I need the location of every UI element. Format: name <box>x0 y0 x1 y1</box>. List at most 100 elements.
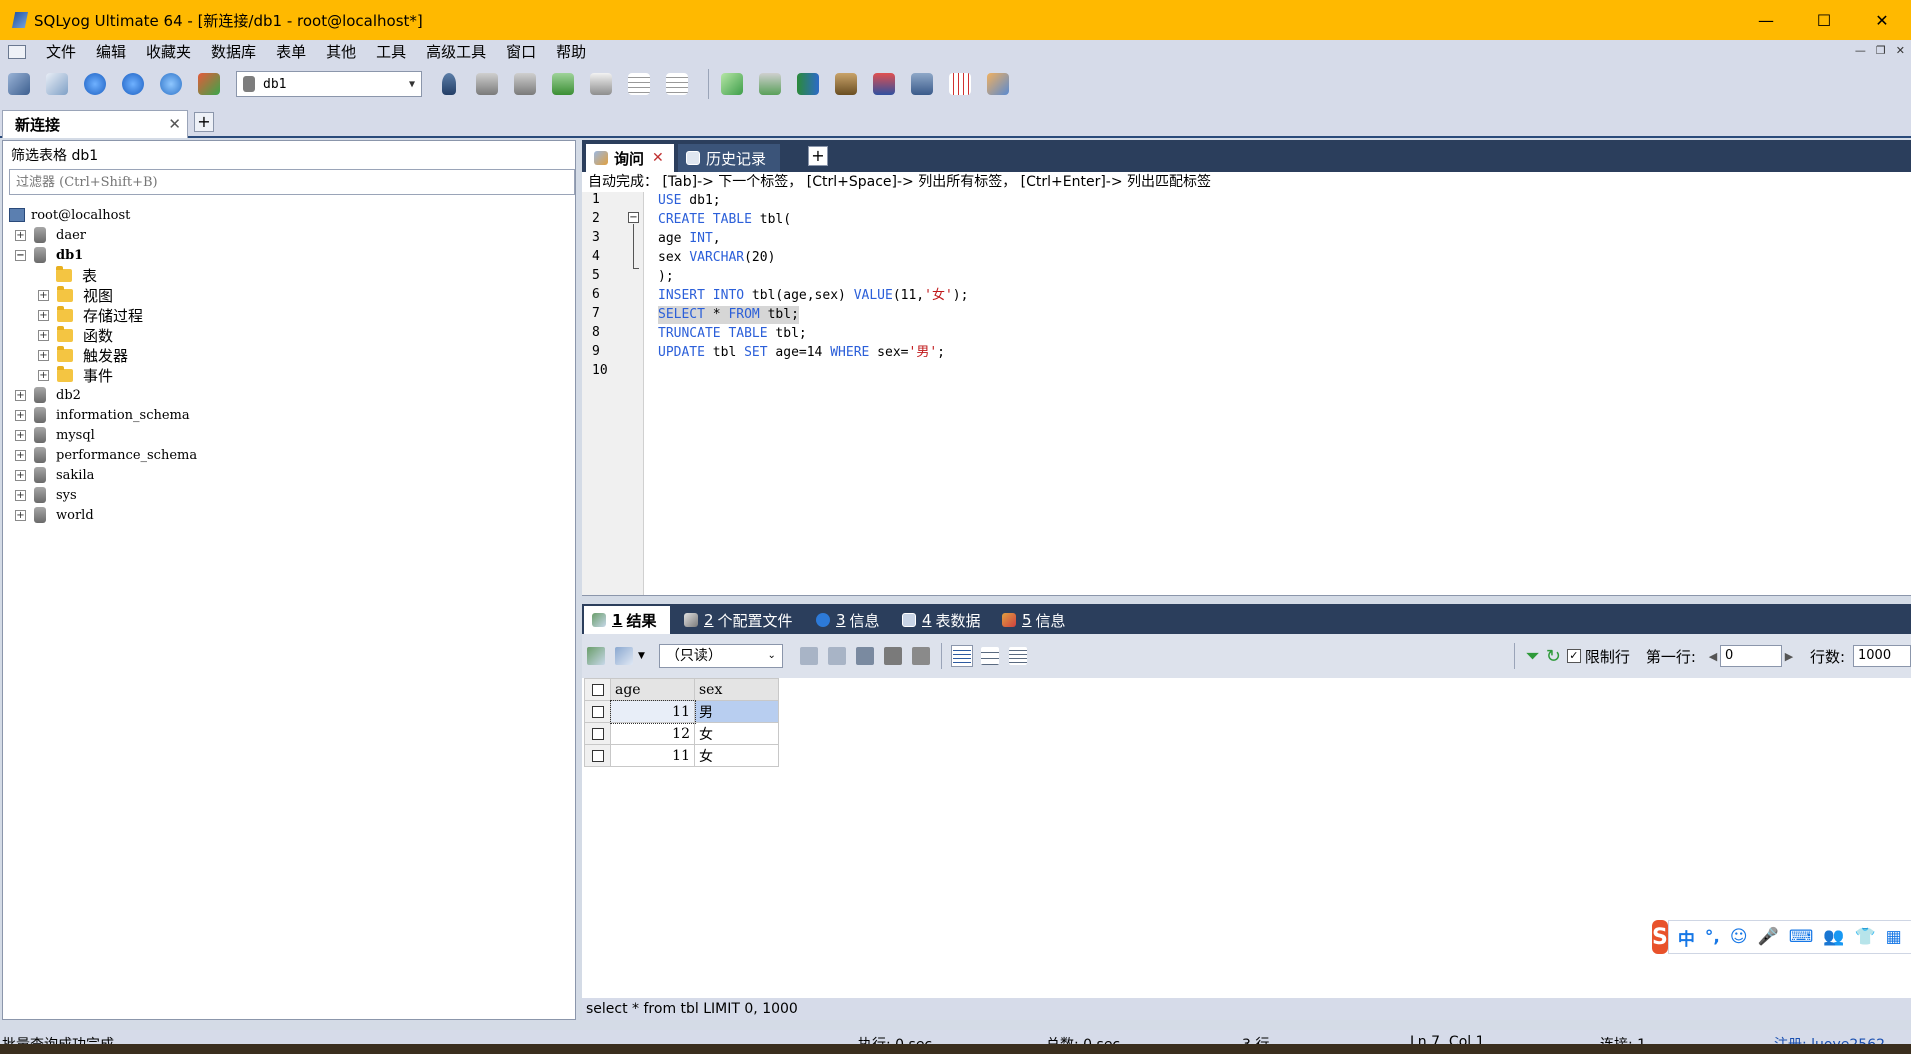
menu-help[interactable]: 帮助 <box>546 40 596 64</box>
add-connection-button[interactable]: + <box>194 112 214 132</box>
expand-icon[interactable]: + <box>15 469 26 481</box>
menu-window[interactable]: 窗口 <box>496 40 546 64</box>
tree-root[interactable]: root@localhost <box>9 205 130 225</box>
grid-view-button[interactable] <box>950 645 973 667</box>
database-select[interactable]: db1 ▼ <box>236 71 422 97</box>
ime-chinese-mode-icon[interactable]: 中 <box>1678 925 1695 950</box>
mdi-restore-icon[interactable]: ❐ <box>1876 44 1886 57</box>
menu-file[interactable]: 文件 <box>36 40 86 64</box>
copy-dropdown-icon[interactable]: ▼ <box>638 651 645 661</box>
next-page-icon[interactable]: ▶ <box>1782 646 1796 666</box>
tree-folder-functions[interactable]: + 函数 <box>38 325 113 345</box>
column-header-age[interactable]: age <box>610 678 695 701</box>
table-row[interactable]: 12 女 <box>584 722 779 745</box>
table-row[interactable]: 11 女 <box>584 744 779 767</box>
tree-db-sys[interactable]: + sys <box>15 485 77 505</box>
expand-icon[interactable]: + <box>38 369 49 381</box>
ime-voice-icon[interactable]: 🎤 <box>1758 927 1779 947</box>
expand-icon[interactable]: + <box>38 289 49 301</box>
close-tab-icon[interactable]: ✕ <box>652 150 664 166</box>
import-button[interactable] <box>831 69 861 99</box>
cell-sex[interactable]: 女 <box>694 744 779 767</box>
insert-row-button[interactable] <box>798 645 820 667</box>
user-manager-button[interactable] <box>434 69 464 99</box>
tree-folder-procedures[interactable]: + 存储过程 <box>38 305 143 325</box>
save-button[interactable] <box>854 645 876 667</box>
tree-db-sakila[interactable]: + sakila <box>15 465 94 485</box>
table-data-button[interactable] <box>586 69 616 99</box>
expand-icon[interactable]: + <box>15 509 26 521</box>
schema-button[interactable] <box>194 69 224 99</box>
execute-button[interactable] <box>80 69 110 99</box>
first-row-input[interactable]: 0 <box>1719 645 1782 667</box>
row-checkbox-cell[interactable] <box>584 722 611 745</box>
menu-other[interactable]: 其他 <box>316 40 366 64</box>
form-view-button[interactable] <box>979 645 1001 667</box>
tree-db-performance-schema[interactable]: + performance_schema <box>15 445 197 465</box>
backup-button[interactable] <box>510 69 540 99</box>
maximize-button[interactable]: ☐ <box>1795 0 1853 40</box>
tab-table-data[interactable]: 4 表数据 <box>894 606 981 634</box>
tab-info[interactable]: 5 信息 <box>994 606 1066 634</box>
tree-db-daer[interactable]: + daer <box>15 225 86 245</box>
ime-skin-icon[interactable]: 👕 <box>1854 927 1875 947</box>
tree-db-information-schema[interactable]: + information_schema <box>15 405 190 425</box>
schema-sync-button[interactable] <box>793 69 823 99</box>
cell-sex[interactable]: 女 <box>694 722 779 745</box>
table-compare-button[interactable] <box>662 69 692 99</box>
menu-favorites[interactable]: 收藏夹 <box>136 40 201 64</box>
schedule-button[interactable] <box>869 69 899 99</box>
tree-folder-triggers[interactable]: + 触发器 <box>38 345 128 365</box>
ime-menu-icon[interactable]: ▦ <box>1886 927 1902 947</box>
rows-count-input[interactable]: 1000 <box>1853 645 1911 667</box>
row-checkbox-cell[interactable] <box>584 744 611 767</box>
select-all-cell[interactable] <box>584 678 611 701</box>
expand-icon[interactable]: + <box>15 429 26 441</box>
tab-messages[interactable]: 3 信息 <box>808 606 880 634</box>
table-grid-button[interactable] <box>624 69 654 99</box>
database-sync-button[interactable] <box>755 69 785 99</box>
expand-icon[interactable]: + <box>15 389 26 401</box>
result-mode-select[interactable]: （只读） ⌄ <box>658 644 783 668</box>
cell-age[interactable]: 12 <box>610 722 695 745</box>
add-query-tab-button[interactable]: + <box>808 146 828 166</box>
refresh-icon[interactable]: ↻ <box>1546 646 1561 667</box>
execute-all-button[interactable] <box>118 69 148 99</box>
cell-age[interactable]: 11 <box>609 699 696 724</box>
app-menu-icon[interactable] <box>8 45 26 59</box>
text-view-button[interactable] <box>1007 645 1029 667</box>
sql-tool-button[interactable] <box>717 69 747 99</box>
ime-keyboard-icon[interactable]: ⌨ <box>1789 927 1814 947</box>
tab-history[interactable]: 历史记录 <box>678 144 780 172</box>
expand-icon[interactable]: + <box>15 449 26 461</box>
delete-button[interactable] <box>882 645 904 667</box>
collapse-icon[interactable]: − <box>15 249 26 261</box>
expand-icon[interactable]: + <box>15 409 26 421</box>
query-builder-button[interactable] <box>907 69 937 99</box>
cancel-button[interactable] <box>910 645 932 667</box>
tree-folder-views[interactable]: + 视图 <box>38 285 113 305</box>
copy-button[interactable] <box>613 645 635 667</box>
tab-results[interactable]: 1 结果 <box>584 606 670 634</box>
connection-tab[interactable]: 新连接 ✕ <box>2 110 188 138</box>
tree-db-db2[interactable]: + db2 <box>15 385 81 405</box>
menu-table[interactable]: 表单 <box>266 40 316 64</box>
diagram-button[interactable] <box>983 69 1013 99</box>
new-query-button[interactable] <box>42 69 72 99</box>
cell-sex[interactable]: 男 <box>694 700 779 723</box>
fold-collapse-icon[interactable]: − <box>628 212 639 223</box>
duplicate-row-button[interactable] <box>826 645 848 667</box>
expand-icon[interactable]: + <box>38 349 49 361</box>
previous-page-icon[interactable]: ◀ <box>1706 646 1720 666</box>
mdi-minimize-icon[interactable]: — <box>1855 44 1866 57</box>
row-checkbox-cell[interactable] <box>584 700 611 723</box>
expand-icon[interactable]: + <box>38 309 49 321</box>
mdi-close-icon[interactable]: ✕ <box>1896 44 1905 57</box>
expand-icon[interactable]: + <box>15 489 26 501</box>
menu-database[interactable]: 数据库 <box>201 40 266 64</box>
minimize-button[interactable]: — <box>1737 0 1795 40</box>
restore-button[interactable] <box>548 69 578 99</box>
ime-user-icon[interactable]: 👥 <box>1823 927 1844 947</box>
tree-db-db1[interactable]: − db1 <box>15 245 83 265</box>
filter-icon[interactable]: ⏷ <box>1525 646 1539 667</box>
